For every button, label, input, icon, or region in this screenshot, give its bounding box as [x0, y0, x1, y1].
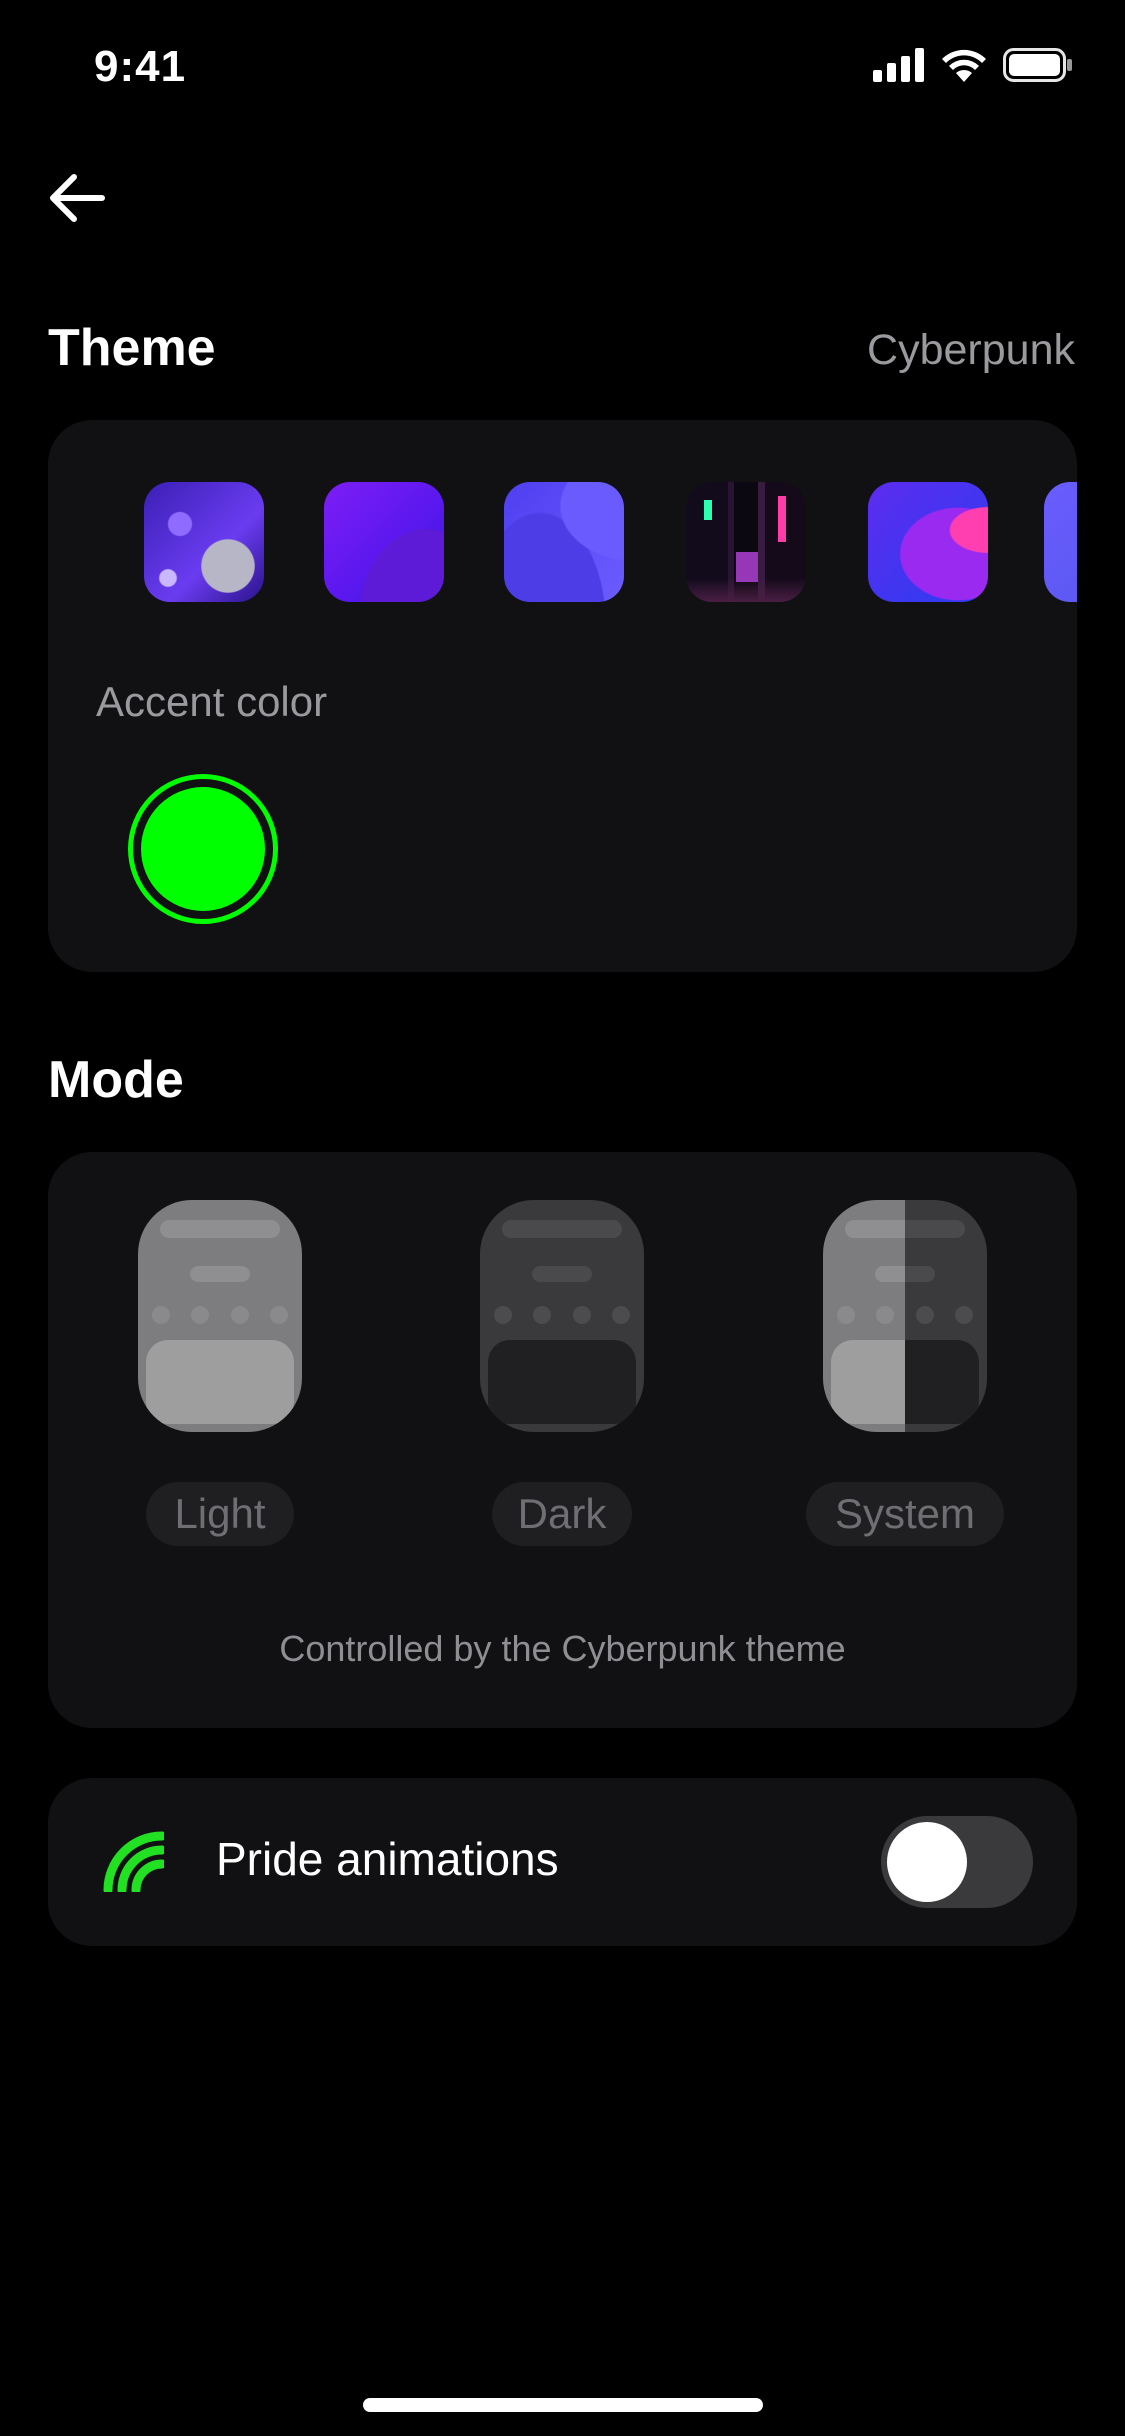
light-mode-preview: [138, 1200, 302, 1432]
battery-icon: [1003, 48, 1072, 82]
theme-thumbnails: [48, 420, 1077, 670]
theme-thumb-periwinkle[interactable]: [1044, 482, 1077, 602]
accent-color-label: Accent color: [96, 678, 328, 725]
mode-option-dark[interactable]: [480, 1200, 644, 1432]
mode-label-dark[interactable]: Dark: [492, 1482, 632, 1546]
accent-color-dot: [141, 787, 265, 911]
theme-card: Accent color: [48, 420, 1077, 972]
theme-thumb-gradient-bloom[interactable]: [868, 482, 988, 602]
mode-note: Controlled by the Cyberpunk theme: [279, 1628, 846, 1669]
toggle-knob: [887, 1822, 967, 1902]
status-icons: [873, 48, 1073, 82]
theme-thumb-disco[interactable]: [144, 482, 264, 602]
home-indicator: [363, 2398, 763, 2412]
arrow-left-icon: [50, 174, 105, 222]
mode-label-light[interactable]: Light: [146, 1482, 294, 1546]
accent-color-swatch[interactable]: [128, 774, 278, 924]
mode-option-light[interactable]: [138, 1200, 302, 1432]
back-button[interactable]: [44, 165, 110, 231]
dark-mode-preview: [480, 1200, 644, 1432]
theme-thumb-cyberpunk[interactable]: [686, 482, 806, 602]
theme-thumb-blue-wave[interactable]: [504, 482, 624, 602]
mode-option-system[interactable]: [823, 1200, 987, 1432]
mode-label-system[interactable]: System: [806, 1482, 1004, 1546]
wifi-icon: [942, 49, 986, 82]
current-theme-name: Cyberpunk: [867, 326, 1075, 374]
theme-title: Theme: [48, 319, 216, 377]
rainbow-icon: [103, 1831, 164, 1892]
status-time: 9:41: [94, 42, 187, 91]
mode-card: Light Dark System Controlled by the Cybe…: [48, 1152, 1077, 1728]
mode-title: Mode: [48, 1051, 184, 1109]
system-mode-preview: [823, 1200, 987, 1432]
pride-animations-row[interactable]: Pride animations: [48, 1778, 1077, 1946]
cellular-signal-icon: [873, 48, 924, 82]
theme-thumb-violet-wave[interactable]: [324, 482, 444, 602]
pride-animations-label: Pride animations: [216, 1833, 559, 1885]
pride-animations-toggle[interactable]: [881, 1816, 1033, 1908]
